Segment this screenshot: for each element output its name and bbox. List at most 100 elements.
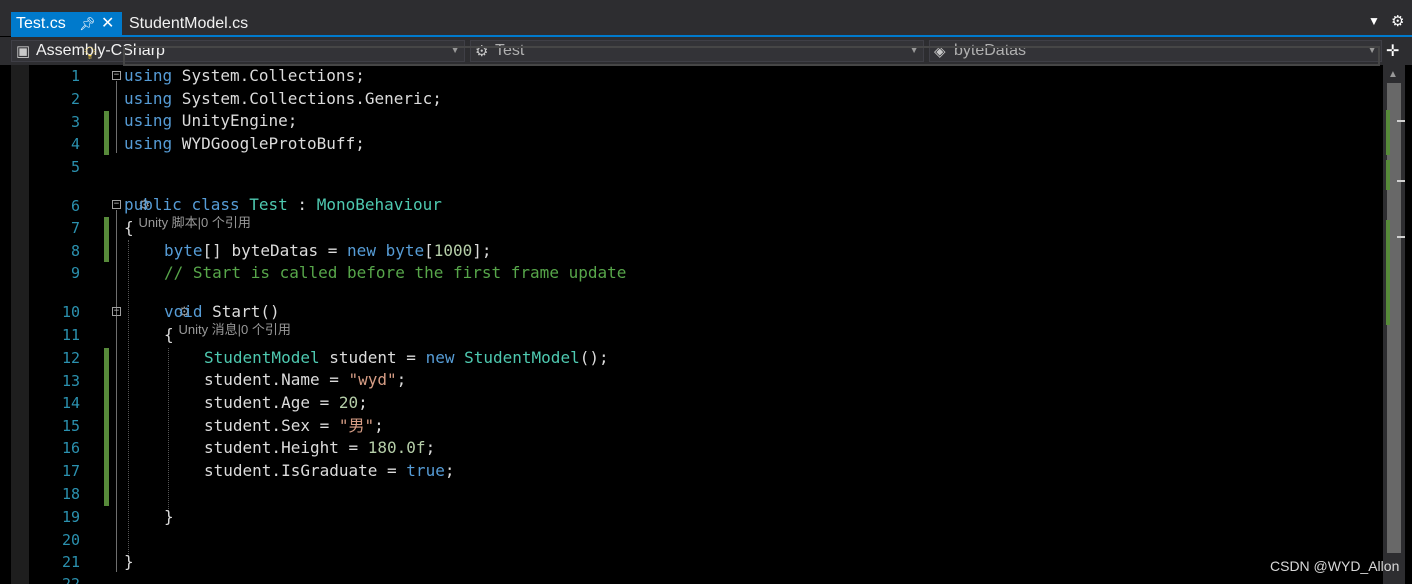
code-text: ; [374, 416, 384, 435]
code-line-8[interactable]: byte[] byteDatas = new byte[1000]; [164, 240, 492, 262]
line-number: 18 [61, 485, 80, 503]
keyword: using [124, 66, 173, 85]
scroll-up-arrow-icon[interactable]: ▲ [1388, 69, 1398, 80]
current-line-highlight [123, 46, 1380, 66]
tab-student-model-cs[interactable]: StudentModel.cs [129, 12, 248, 36]
line-number: 19 [61, 508, 80, 526]
code-line-13[interactable]: student.Name = "wyd"; [204, 369, 406, 391]
code-text: UnityEngine; [172, 111, 298, 130]
codelens-text: Unity 消息|0 个引用 [178, 322, 291, 337]
chevron-down-icon[interactable]: ▼ [1368, 14, 1380, 28]
line-number: 5 [70, 158, 80, 176]
watermark: CSDN @WYD_Allon [1270, 558, 1400, 574]
code-text: System.Collections.Generic; [172, 89, 442, 108]
line-number: 20 [61, 531, 80, 549]
scrollbar-change-marker [1386, 160, 1390, 190]
change-marker [104, 348, 109, 506]
pin-icon[interactable]: 📌︎ [79, 12, 96, 36]
code-line-2[interactable]: using System.Collections.Generic; [124, 88, 442, 110]
scrollbar-position-mark [1397, 180, 1405, 182]
line-number: 9 [70, 264, 80, 282]
code-line-17[interactable]: student.IsGraduate = true; [204, 460, 454, 482]
editor-margin [11, 65, 29, 584]
line-number: 6 [70, 197, 80, 215]
indent-guide [128, 240, 129, 560]
code-line-1[interactable]: using System.Collections; [124, 65, 365, 87]
split-window-icon[interactable]: ✛ [1386, 41, 1399, 61]
code-line-4[interactable]: using WYDGoogleProtoBuff; [124, 133, 365, 155]
line-number: 13 [61, 372, 80, 390]
line-number: 10 [61, 303, 80, 321]
number-literal: 20 [338, 393, 359, 412]
fold-line [116, 317, 117, 527]
code-text: System.Collections; [172, 66, 365, 85]
collapse-toggle[interactable]: − [112, 71, 121, 80]
code-line-16[interactable]: student.Height = 180.0f; [204, 437, 435, 459]
code-line-11[interactable]: { [164, 324, 174, 346]
code-line-7[interactable]: { [124, 217, 134, 239]
type-name: StudentModel [204, 348, 320, 367]
keyword: true [406, 461, 445, 480]
code-text: student.IsGraduate = [204, 461, 407, 480]
code-line-19[interactable]: } [164, 506, 174, 528]
tab-test-cs[interactable]: Test.cs 📌︎ ✕ [11, 12, 122, 36]
line-number: 11 [61, 326, 80, 344]
line-number: 21 [61, 553, 80, 571]
line-number: 22 [61, 575, 80, 584]
scrollbar-position-mark [1397, 120, 1405, 122]
fold-line [116, 81, 117, 153]
code-text: WYDGoogleProtoBuff; [172, 134, 365, 153]
collapse-toggle[interactable]: − [112, 307, 121, 316]
line-number: 7 [70, 219, 80, 237]
code-text: student = [319, 348, 426, 367]
line-number: 17 [61, 462, 80, 480]
line-number: 2 [70, 90, 80, 108]
code-text: { [124, 218, 134, 237]
base-class-name: MonoBehaviour [316, 195, 442, 214]
keyword: class [191, 195, 240, 214]
number-literal: 180.0f [367, 438, 426, 457]
code-text: ; [396, 370, 407, 389]
line-number: 12 [61, 349, 80, 367]
string-literal: "wyd" [348, 370, 397, 389]
code-line-21[interactable]: } [124, 551, 134, 573]
code-line-15[interactable]: student.Sex = "男"; [204, 415, 384, 437]
indent-guide [168, 348, 169, 513]
keyword: using [124, 111, 173, 130]
code-text: student.Name = [204, 370, 349, 389]
scrollbar-change-marker [1386, 220, 1390, 325]
code-line-14[interactable]: student.Age = 20; [204, 392, 368, 414]
keyword: byte [164, 241, 203, 260]
type-name: StudentModel [464, 348, 580, 367]
code-text: (); [579, 348, 609, 367]
collapse-toggle[interactable]: − [112, 200, 121, 209]
gear-icon[interactable]: ⚙ [1391, 12, 1404, 30]
visual-studio-editor-window: Test.cs 📌︎ ✕ StudentModel.cs ▼ ⚙ ▣ Assem… [0, 0, 1412, 584]
close-icon[interactable]: ✕ [101, 12, 114, 36]
code-text: } [164, 507, 174, 526]
code-line-9-comment[interactable]: // Start is called before the first fram… [164, 262, 626, 284]
code-text: ]; [472, 241, 492, 260]
code-text: ; [444, 461, 455, 480]
scrollbar-position-mark [1397, 236, 1405, 238]
keyword: void [164, 302, 203, 321]
code-text: student.Sex = [204, 416, 339, 435]
string-literal: "男" [338, 416, 375, 435]
keyword: new [425, 348, 455, 367]
keyword: new [347, 241, 376, 260]
code-text: } [124, 552, 134, 571]
code-line-12[interactable]: StudentModel student = new StudentModel(… [204, 347, 609, 369]
project-icon: ▣ [16, 43, 31, 60]
code-line-10[interactable]: void Start() [164, 301, 280, 323]
code-line-3[interactable]: using UnityEngine; [124, 110, 297, 132]
class-name: Test [249, 195, 288, 214]
code-text: student.Age = [204, 393, 339, 412]
lightbulb-icon[interactable]: 💡︎ [84, 44, 96, 64]
keyword: public [124, 195, 182, 214]
line-number: 8 [70, 242, 80, 260]
code-line-6[interactable]: public class Test : MonoBehaviour [124, 194, 442, 216]
